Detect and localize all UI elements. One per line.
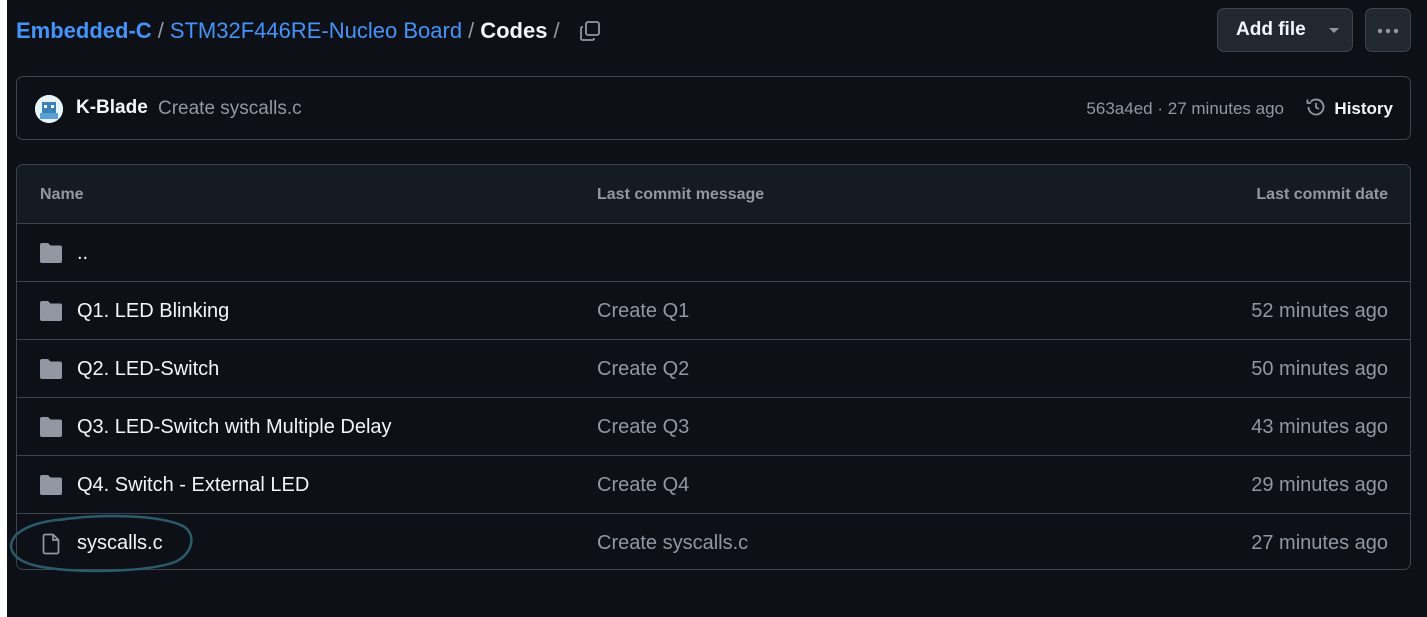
repo-file-browser: Embedded-C / STM32F446RE-Nucleo Board / …: [7, 0, 1427, 617]
file-name-link[interactable]: Q1. LED Blinking: [77, 300, 229, 323]
file-name-link[interactable]: Q3. LED-Switch with Multiple Delay: [77, 416, 392, 439]
breadcrumb-folder-link[interactable]: STM32F446RE-Nucleo Board: [170, 18, 462, 44]
commit-message-link[interactable]: Create syscalls.c: [597, 532, 748, 555]
more-options-button[interactable]: [1365, 8, 1411, 52]
commit-date: 50 minutes ago: [1251, 358, 1388, 380]
folder-icon: [39, 416, 63, 438]
commit-message-link[interactable]: Create Q1: [597, 300, 689, 323]
breadcrumb-current: Codes: [480, 18, 548, 43]
folder-icon: [39, 242, 63, 264]
history-icon: [1304, 95, 1334, 124]
history-label: History: [1334, 99, 1393, 118]
commit-date: 43 minutes ago: [1251, 416, 1388, 438]
breadcrumb-separator: /: [157, 18, 164, 43]
table-row[interactable]: Q2. LED-Switch Create Q2 50 minutes ago: [17, 340, 1410, 398]
commit-author-link[interactable]: K-Blade: [76, 97, 148, 119]
kebab-horizontal-icon: [1377, 21, 1399, 39]
column-header-message: Last commit message: [597, 186, 765, 203]
commit-sha[interactable]: 563a4ed: [1086, 99, 1152, 118]
commit-date: 27 minutes ago: [1251, 532, 1388, 554]
table-header: Name Last commit message Last commit dat…: [17, 165, 1410, 224]
table-row[interactable]: Q3. LED-Switch with Multiple Delay Creat…: [17, 398, 1410, 456]
commit-message-link[interactable]: Create syscalls.c: [158, 98, 302, 120]
column-header-name: Name: [40, 186, 84, 203]
add-file-label: Add file: [1236, 19, 1306, 40]
commit-date: 52 minutes ago: [1251, 300, 1388, 322]
commit-date: 29 minutes ago: [1251, 474, 1388, 496]
file-name-link[interactable]: Q4. Switch - External LED: [77, 474, 309, 497]
latest-commit-box: K-Blade Create syscalls.c 563a4ed · 27 m…: [16, 76, 1411, 140]
commit-message-link[interactable]: Create Q2: [597, 358, 689, 381]
breadcrumb: Embedded-C / STM32F446RE-Nucleo Board / …: [16, 16, 604, 46]
column-header-date: Last commit date: [1256, 186, 1388, 203]
history-button[interactable]: History: [1304, 96, 1393, 122]
commit-message-link[interactable]: Create Q3: [597, 416, 689, 439]
table-row[interactable]: Q4. Switch - External LED Create Q4 29 m…: [17, 456, 1410, 514]
commit-message-link[interactable]: Create Q4: [597, 474, 689, 497]
breadcrumb-separator: /: [553, 18, 560, 43]
file-table: Name Last commit message Last commit dat…: [16, 164, 1411, 570]
table-row[interactable]: Q1. LED Blinking Create Q1 52 minutes ag…: [17, 282, 1410, 340]
commit-time: 27 minutes ago: [1167, 99, 1284, 118]
add-file-button[interactable]: Add file: [1217, 8, 1353, 52]
breadcrumb-repo-link[interactable]: Embedded-C: [16, 18, 152, 44]
meta-dot: ·: [1157, 99, 1164, 118]
table-row[interactable]: ..: [17, 224, 1410, 282]
file-name-link[interactable]: Q2. LED-Switch: [77, 358, 219, 381]
folder-icon: [39, 474, 63, 496]
file-name-link[interactable]: syscalls.c: [77, 532, 163, 555]
file-icon: [39, 532, 63, 555]
commit-meta: 563a4ed · 27 minutes ago: [1086, 99, 1284, 119]
avatar[interactable]: [35, 95, 63, 123]
breadcrumb-separator: /: [468, 18, 475, 43]
folder-icon: [39, 358, 63, 380]
parent-directory-link[interactable]: ..: [77, 242, 88, 265]
copy-path-icon[interactable]: [576, 17, 604, 45]
triangle-down-icon: [1328, 19, 1340, 41]
folder-icon: [39, 300, 63, 322]
table-row[interactable]: syscalls.c Create syscalls.c 27 minutes …: [17, 514, 1410, 569]
